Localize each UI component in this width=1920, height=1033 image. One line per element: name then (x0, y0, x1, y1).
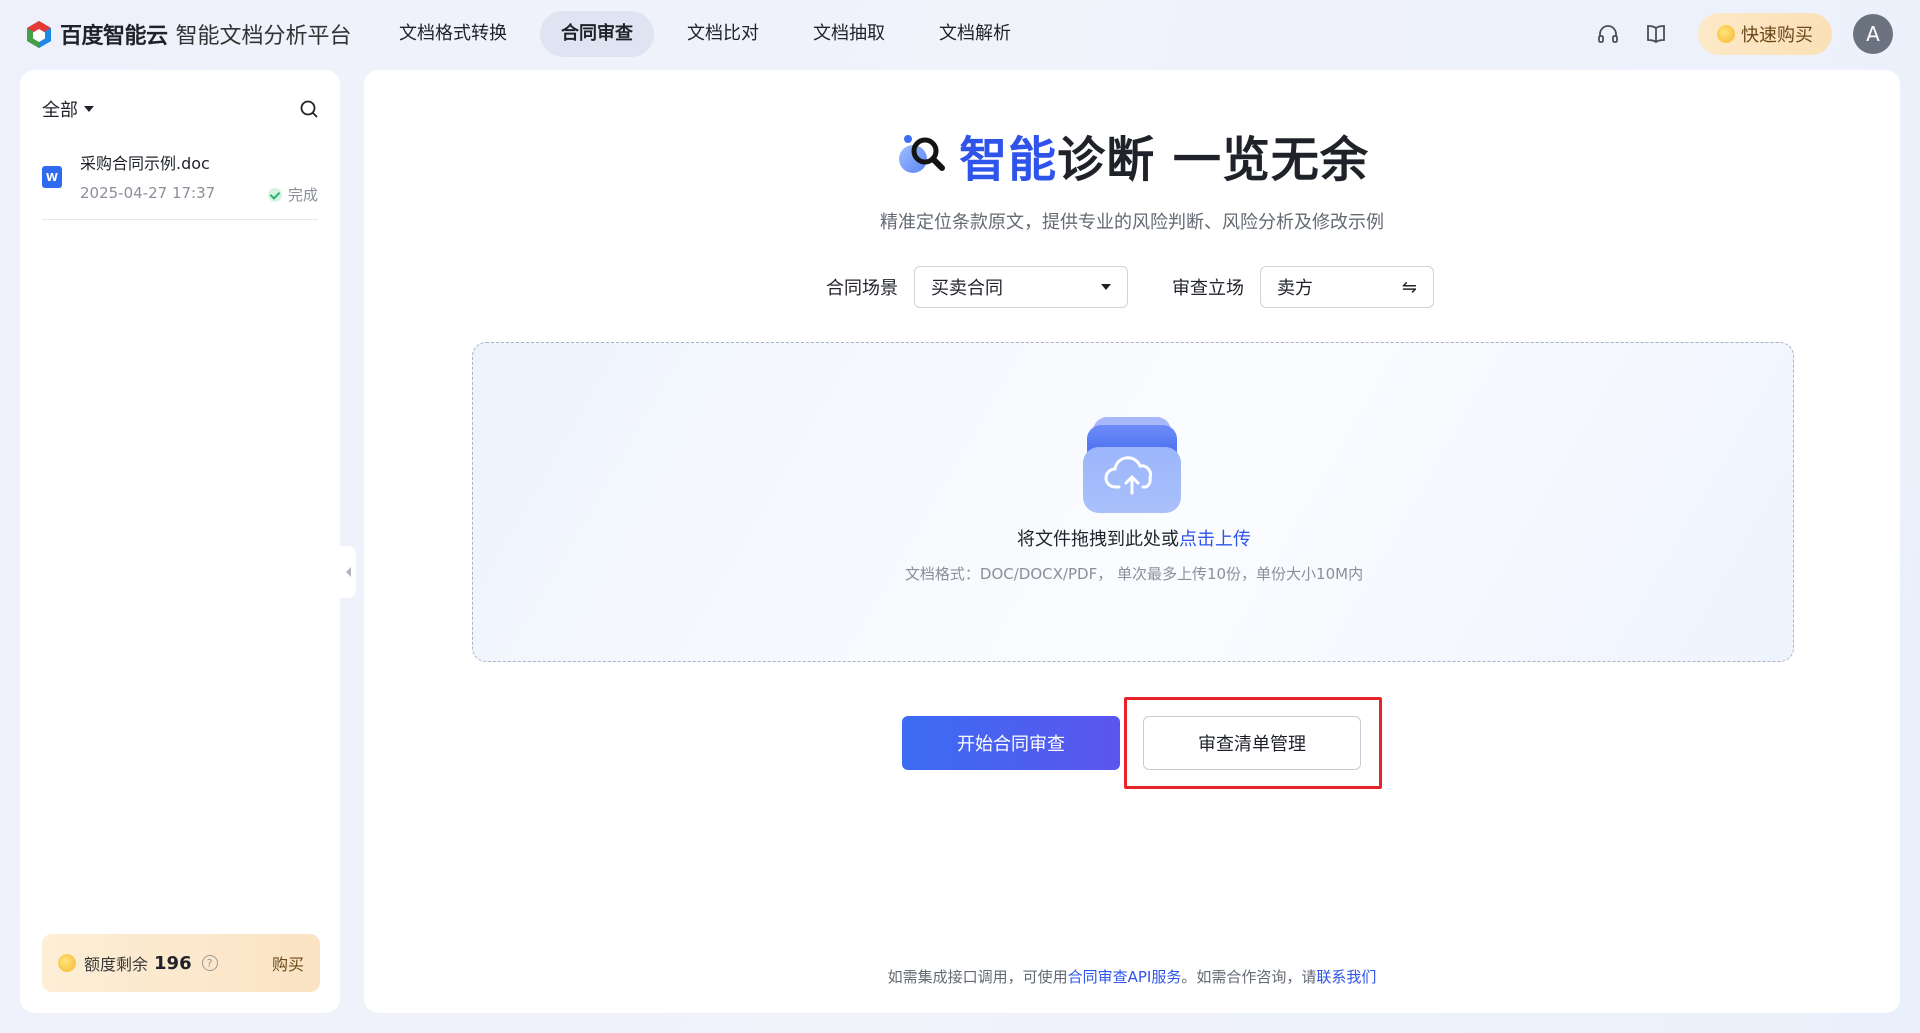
review-position-select[interactable]: 卖方 ⇋ (1260, 266, 1434, 308)
hero-title: 智能诊断 一览无余 (959, 120, 1369, 190)
nav-contract-review[interactable]: 合同审查 (540, 11, 654, 57)
upload-format-hint: 文档格式：DOC/DOCX/PDF， 单次最多上传10份，单份大小10M内 (904, 565, 1364, 583)
nav-doc-extract[interactable]: 文档抽取 (792, 11, 906, 57)
upload-dropzone[interactable]: 将文件拖拽到此处或点击上传 文档格式：DOC/DOCX/PDF， 单次最多上传1… (472, 342, 1794, 662)
file-sidebar: 全部 W 采购合同示例.doc 2025-04-27 17:37 完成 额度剩余… (20, 70, 340, 1013)
search-icon[interactable] (298, 98, 320, 120)
footer-prefix: 如需集成接口调用，可使用 (887, 968, 1068, 986)
upload-instruction: 将文件拖拽到此处或点击上传 (473, 525, 1795, 551)
file-list-item[interactable]: W 采购合同示例.doc 2025-04-27 17:37 完成 (42, 144, 318, 220)
hero-title-rest: 诊断 一览无余 (1057, 132, 1369, 188)
product-name: 智能文档分析平台 (175, 24, 352, 49)
quick-buy-label: 快速购买 (1741, 25, 1813, 46)
swap-icon[interactable]: ⇋ (1402, 277, 1417, 298)
footer-note: 如需集成接口调用，可使用合同审查API服务。如需合作咨询，请联系我们 (364, 966, 1900, 987)
position-value: 卖方 (1277, 278, 1313, 299)
baidu-cloud-logo-icon (24, 19, 54, 49)
file-name: 采购合同示例.doc (80, 154, 210, 173)
quota-panel: 额度剩余 196 ? 购买 (42, 934, 320, 992)
headset-icon[interactable] (1594, 20, 1622, 48)
file-status-label: 完成 (287, 186, 318, 204)
coin-icon (58, 954, 76, 972)
filter-label: 全部 (42, 100, 78, 121)
word-doc-icon: W (42, 166, 62, 188)
footer-middle: 。如需合作咨询，请 (1181, 968, 1317, 986)
check-circle-icon (267, 187, 282, 202)
start-contract-review-button[interactable]: 开始合同审查 (902, 716, 1120, 770)
quota-buy-link[interactable]: 购买 (272, 951, 304, 975)
file-status: 完成 (267, 184, 318, 205)
file-date: 2025-04-27 17:37 (80, 184, 216, 202)
click-upload-link[interactable]: 点击上传 (1179, 529, 1251, 550)
hero-heading: 智能诊断 一览无余 (364, 120, 1900, 190)
hero-subtitle: 精准定位条款原文，提供专业的风险判断、风险分析及修改示例 (880, 212, 1384, 233)
cloud-upload-icon (1083, 417, 1181, 513)
main-panel: 智能诊断 一览无余 精准定位条款原文，提供专业的风险判断、风险分析及修改示例 合… (364, 70, 1900, 1013)
nav-format-convert[interactable]: 文档格式转换 (378, 11, 528, 57)
caret-down-icon (84, 106, 94, 112)
api-service-link[interactable]: 合同审查API服务 (1068, 968, 1182, 986)
nav-doc-compare[interactable]: 文档比对 (666, 11, 780, 57)
contact-us-link[interactable]: 联系我们 (1316, 968, 1376, 986)
contract-scene-select[interactable]: 买卖合同 (914, 266, 1128, 308)
logo[interactable]: 百度智能云 智能文档分析平台 (24, 18, 352, 50)
avatar[interactable]: A (1853, 14, 1893, 54)
brand-name: 百度智能云 (60, 24, 168, 49)
upload-text: 将文件拖拽到此处或 (1017, 529, 1179, 550)
review-options: 合同场景 买卖合同 审查立场 卖方 ⇋ (826, 266, 1434, 308)
book-icon[interactable] (1642, 20, 1670, 48)
quota-label: 额度剩余 (84, 955, 149, 974)
coin-icon (1717, 25, 1735, 43)
quota-value: 196 (154, 952, 192, 974)
hero-title-highlight: 智能 (959, 132, 1058, 188)
scene-label: 合同场景 (826, 278, 898, 299)
sidebar-collapse-handle[interactable] (340, 546, 356, 598)
help-icon[interactable]: ? (201, 955, 218, 971)
nav-doc-parse[interactable]: 文档解析 (918, 11, 1032, 57)
magnifier-logo-icon (895, 127, 947, 183)
quick-buy-button[interactable]: 快速购买 (1698, 13, 1832, 55)
scene-value: 买卖合同 (931, 278, 1003, 299)
caret-down-icon (1101, 284, 1111, 290)
position-label: 审查立场 (1172, 278, 1244, 299)
file-filter-dropdown[interactable]: 全部 (42, 96, 94, 122)
review-checklist-management-button[interactable]: 审查清单管理 (1143, 716, 1361, 770)
main-nav: 文档格式转换 合同审查 文档比对 文档抽取 文档解析 (378, 11, 1044, 57)
top-navigation-bar: 百度智能云 智能文档分析平台 文档格式转换 合同审查 文档比对 文档抽取 文档解… (0, 0, 1920, 68)
